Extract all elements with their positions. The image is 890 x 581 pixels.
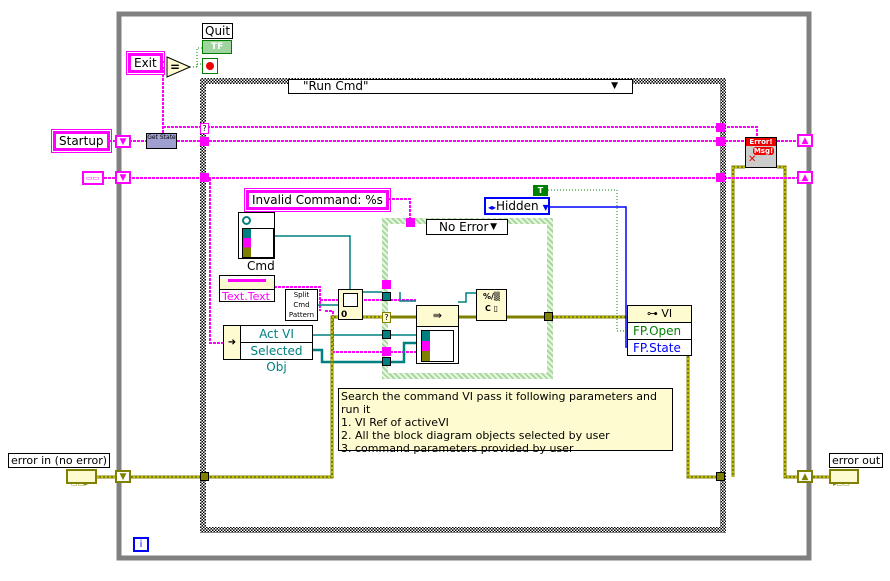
get-state-subvi[interactable]: Get State — [146, 133, 177, 149]
cluster-constant[interactable]: ▭▭ — [82, 171, 104, 185]
x-icon: ✕ — [748, 154, 757, 165]
hidden-enum-constant[interactable]: ◂▸Hidden ▼ — [484, 197, 550, 215]
error-in-label: error in (no error) — [8, 453, 111, 468]
array-icon — [343, 293, 358, 307]
cluster-icon: ▭▭▸ — [71, 480, 88, 488]
index-array-function[interactable]: 0 — [338, 289, 363, 320]
tunnel — [544, 312, 553, 321]
table-icon — [421, 330, 454, 362]
vi-property-node[interactable]: ⊶ VI FP.Open FP.State — [627, 305, 692, 356]
tunnel — [716, 137, 725, 146]
dropdown-icon: ▼ — [542, 203, 549, 212]
call-icon: ⇛ — [417, 306, 458, 327]
error-out-label: error out — [829, 453, 884, 468]
no-icon — [242, 216, 251, 225]
inner-selector-terminal: ? — [382, 312, 391, 323]
dropdown-icon: ▼ — [490, 222, 497, 232]
error-dialog-subvi[interactable]: Error! Msg! ✕ — [745, 137, 777, 168]
ref-icon: ⊶ — [646, 307, 662, 320]
tunnel — [382, 347, 391, 356]
iteration-terminal: i — [133, 537, 149, 552]
shift-register-right: ▲ — [797, 470, 813, 483]
exit-constant[interactable]: Exit — [126, 51, 165, 75]
tunnel — [382, 330, 391, 339]
enum-arrows-icon: ◂▸ — [488, 203, 497, 212]
arrow-icon: ➜ — [224, 326, 241, 359]
cmd-label: Cmd — [247, 259, 275, 273]
call-by-reference-node[interactable]: ⇛ — [416, 305, 459, 364]
startup-constant[interactable]: Startup — [51, 129, 112, 153]
shift-register-left: ▼ — [115, 470, 131, 483]
tunnel — [716, 173, 725, 182]
tunnel — [382, 280, 391, 289]
invalid-command-constant[interactable]: Invalid Command: %s — [244, 188, 391, 212]
text-property-node[interactable]: Text.Text — [219, 275, 275, 303]
quit-indicator[interactable]: TF — [202, 40, 232, 54]
format-into-string-function[interactable]: %/▒ C ▯ — [476, 289, 507, 321]
case-selector[interactable]: "Run Cmd" ▼ — [288, 79, 633, 94]
tunnel — [200, 173, 209, 182]
inner-case-selector[interactable]: No Error ▼ — [426, 219, 508, 235]
shift-register-left: ▼ — [115, 135, 131, 148]
case-selector-terminal: ? — [200, 123, 209, 134]
error-out-terminal[interactable]: ▸▭▭ — [829, 469, 859, 488]
tunnel — [716, 472, 725, 481]
equal-function[interactable]: = — [166, 56, 192, 78]
table-icon — [242, 228, 274, 258]
cluster-icon: ▭▭ — [86, 174, 100, 182]
shift-register-left: ▼ — [115, 171, 131, 184]
tunnel — [382, 357, 391, 366]
tunnel — [716, 123, 725, 132]
comment: Search the command VI pass it following … — [338, 388, 673, 455]
stop-icon — [206, 62, 214, 70]
equal-icon: = — [170, 60, 180, 74]
cmd-table-control[interactable] — [238, 212, 275, 259]
dropdown-icon: ▼ — [611, 81, 618, 91]
tunnel — [200, 472, 209, 481]
shift-register-right: ▲ — [797, 171, 813, 184]
error-in-terminal[interactable]: ▭▭▸ — [66, 469, 97, 488]
tunnel — [200, 137, 209, 146]
shift-register-right: ▲ — [797, 134, 813, 147]
stop-terminal[interactable] — [202, 58, 218, 74]
cluster-icon: ▸▭▭ — [833, 480, 850, 488]
true-constant[interactable]: T — [533, 185, 548, 196]
quit-label: Quit — [202, 23, 234, 39]
tunnel — [406, 218, 415, 227]
bundle-node[interactable]: ➜ Act VI Selected Obj — [223, 325, 313, 374]
split-cmd-pattern-subvi[interactable]: Split Cmd Pattern — [285, 289, 318, 321]
tunnel — [382, 292, 391, 301]
